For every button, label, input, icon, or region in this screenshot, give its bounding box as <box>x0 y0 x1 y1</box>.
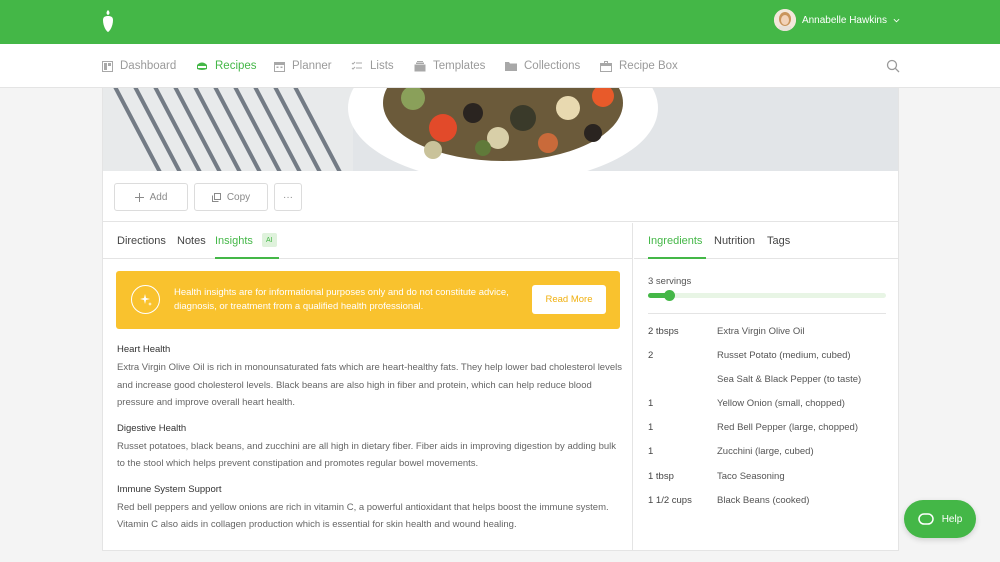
insight-section: Immune System Support Red bell peppers a… <box>117 484 622 534</box>
nav-label-lists: Lists <box>370 60 394 72</box>
nav-item-lists[interactable]: Lists <box>351 44 394 88</box>
tab-notes[interactable]: Notes <box>177 223 206 259</box>
servings-slider-handle[interactable] <box>664 290 676 301</box>
box-icon <box>600 60 612 72</box>
insight-title: Digestive Health <box>117 422 187 434</box>
insights-list: Heart Health Extra Virgin Olive Oil is r… <box>117 344 622 545</box>
ingredient-qty: 1 <box>648 446 654 457</box>
ingredient-name: Red Bell Pepper (large, chopped) <box>717 422 859 433</box>
ingredient-qty: 1 <box>648 398 654 409</box>
copy-icon <box>211 192 221 202</box>
ingredient-qty: 2 tbsps <box>648 326 679 337</box>
app-logo-icon[interactable] <box>99 9 117 33</box>
disclaimer-text: Health insights are for informational pu… <box>174 287 509 312</box>
recipe-hero-image <box>103 88 898 171</box>
tab-insights[interactable]: Insights <box>215 223 253 259</box>
copy-button[interactable]: Copy <box>194 183 268 211</box>
plus-icon <box>134 192 144 202</box>
nav-item-recipes[interactable]: Recipes <box>196 44 257 88</box>
nav-label-dashboard: Dashboard <box>120 60 177 72</box>
calendar-icon <box>274 61 285 72</box>
nav-item-collections[interactable]: Collections <box>505 44 580 88</box>
insight-body: Extra Virgin Olive Oil is rich in monoun… <box>117 362 622 408</box>
active-tab-indicator <box>215 257 279 259</box>
chevron-down-icon <box>893 18 900 22</box>
dashboard-icon <box>102 60 113 72</box>
read-more-button[interactable]: Read More <box>532 285 606 314</box>
add-button-label: Add <box>149 191 168 203</box>
nav-label-recipes: Recipes <box>215 60 257 72</box>
nav-item-dashboard[interactable]: Dashboard <box>102 44 176 88</box>
nav-label-templates: Templates <box>433 60 486 72</box>
top-bar: Annabelle Hawkins <box>0 0 1000 44</box>
insight-section: Digestive Health Russet potatoes, black … <box>117 423 622 473</box>
insight-body: Red bell peppers and yellow onions are r… <box>117 501 609 531</box>
insight-title: Immune System Support <box>117 483 222 495</box>
more-icon: ··· <box>283 191 293 203</box>
ingredient-qty: 1 <box>648 422 654 433</box>
chat-bubble-icon <box>917 513 934 525</box>
insight-body: Russet potatoes, black beans, and zucchi… <box>117 440 617 470</box>
list-icon <box>351 61 362 70</box>
nav-label-recipe-box: Recipe Box <box>619 60 678 72</box>
ingredient-name: Black Beans (cooked) <box>717 495 810 506</box>
user-menu[interactable]: Annabelle Hawkins <box>773 9 900 31</box>
copy-button-label: Copy <box>226 191 251 203</box>
tab-ingredients[interactable]: Ingredients <box>648 223 702 259</box>
search-icon[interactable] <box>886 59 900 73</box>
health-disclaimer-banner: Health insights are for informational pu… <box>116 271 620 329</box>
recipe-details-panel: Directions Notes Insights AI Health insi… <box>103 223 633 550</box>
help-button[interactable]: Help <box>904 500 976 538</box>
sparkle-icon <box>131 285 160 314</box>
ai-badge: AI <box>262 233 277 247</box>
ingredient-name: Yellow Onion (small, chopped) <box>717 398 845 409</box>
ingredient-qty: 1 tbsp <box>648 471 674 482</box>
nav-label-planner: Planner <box>292 60 332 72</box>
ingredient-qty: 2 <box>648 350 654 361</box>
insight-section: Heart Health Extra Virgin Olive Oil is r… <box>117 344 622 412</box>
ingredient-name: Extra Virgin Olive Oil <box>717 326 805 337</box>
avatar <box>773 9 796 31</box>
recipe-toolbar: Add Copy ··· <box>103 171 898 222</box>
servings-slider[interactable] <box>648 290 886 301</box>
more-options-button[interactable]: ··· <box>274 183 302 211</box>
active-tab-indicator <box>648 257 706 259</box>
help-label: Help <box>941 513 963 525</box>
tab-nutrition[interactable]: Nutrition <box>714 223 755 259</box>
user-name: Annabelle Hawkins <box>801 14 887 26</box>
recipes-icon <box>197 62 207 70</box>
servings-label: 3 servings <box>648 276 692 287</box>
nav-label-collections: Collections <box>524 60 581 72</box>
tab-tags[interactable]: Tags <box>767 223 790 259</box>
details-tabs: Directions Notes Insights AI <box>103 223 632 259</box>
add-button[interactable]: Add <box>114 183 188 211</box>
ingredients-tabs: Ingredients Nutrition Tags <box>634 223 898 259</box>
ingredients-panel: Ingredients Nutrition Tags 3 servings 2 … <box>634 223 898 550</box>
nav-item-recipe-box[interactable]: Recipe Box <box>600 44 678 88</box>
ingredient-name: Russet Potato (medium, cubed) <box>717 350 851 361</box>
insight-title: Heart Health <box>117 344 171 355</box>
ingredient-name: Sea Salt & Black Pepper (to taste) <box>717 374 862 385</box>
ingredient-qty: 1 1/2 cups <box>648 495 692 506</box>
nav-item-templates[interactable]: Templates <box>414 44 485 88</box>
ingredient-name: Zucchini (large, cubed) <box>717 446 814 457</box>
recipe-card: Add Copy ··· Directions Notes Insights A… <box>102 88 899 551</box>
tab-directions[interactable]: Directions <box>117 223 166 259</box>
nav-item-planner[interactable]: Planner <box>274 44 332 88</box>
templates-icon <box>414 60 426 71</box>
divider <box>648 313 886 314</box>
main-nav: Dashboard Recipes Planner Lists Template… <box>0 44 1000 88</box>
folder-icon <box>505 62 517 71</box>
ingredient-name: Taco Seasoning <box>717 471 785 482</box>
